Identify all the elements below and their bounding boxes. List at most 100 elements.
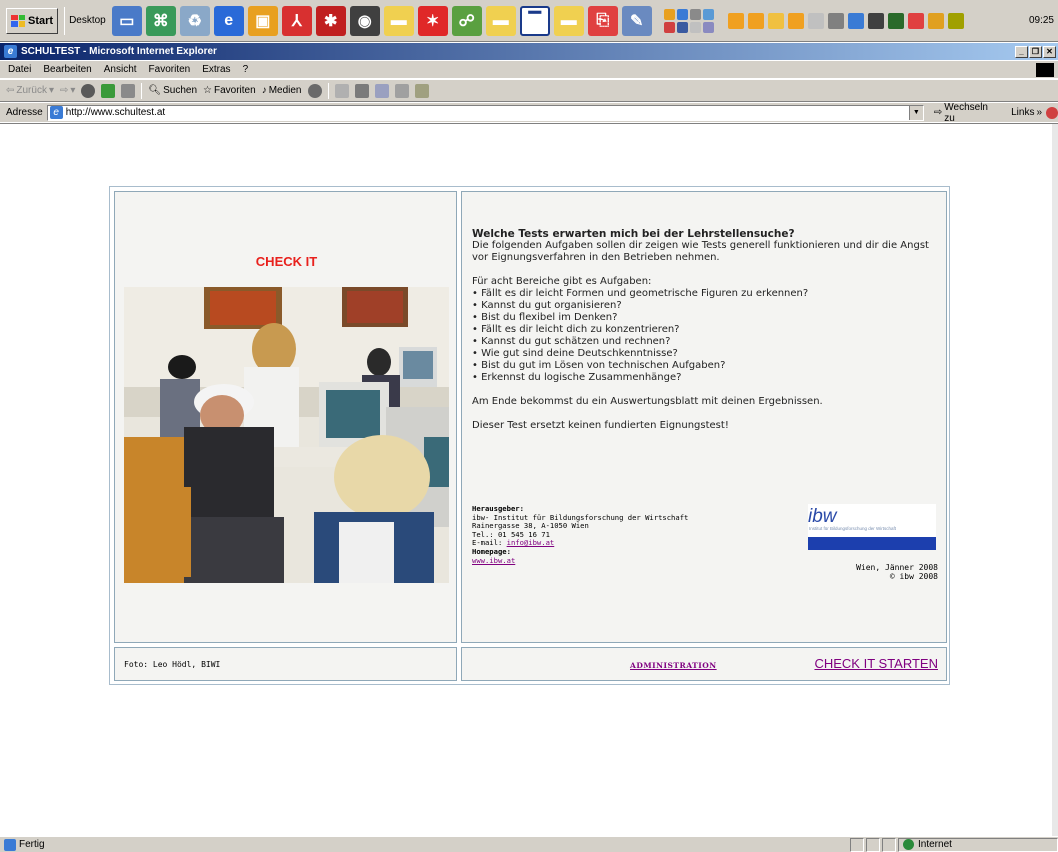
- chevron-down-icon[interactable]: ▼: [908, 105, 923, 120]
- network-icon[interactable]: ⌘: [145, 5, 176, 36]
- recycle-icon[interactable]: ♻: [179, 5, 210, 36]
- star-icon[interactable]: ✶: [417, 5, 448, 36]
- folder-icon[interactable]: ▬: [485, 5, 516, 36]
- tray-icon[interactable]: [747, 12, 764, 29]
- links-cell: ADMINISTRATION CHECK IT STARTEN: [461, 647, 947, 681]
- favorites-icon: ☆: [203, 85, 212, 96]
- address-url: http://www.schultest.at: [65, 107, 166, 118]
- computer-icon[interactable]: ▭: [111, 5, 142, 36]
- menu-bearbeiten[interactable]: Bearbeiten: [43, 64, 91, 75]
- panda-icon[interactable]: ◉: [349, 5, 380, 36]
- ibw-logo: ibw Institut für Bildungsforschung der W…: [808, 504, 936, 550]
- menu-help[interactable]: ?: [243, 64, 249, 75]
- forward-arrow-icon: ⇨: [59, 85, 69, 96]
- chevron-down-icon: ▾: [70, 85, 76, 96]
- tray-icon[interactable]: [767, 12, 784, 29]
- links-button[interactable]: Links »: [1011, 107, 1042, 118]
- start-button[interactable]: Start: [6, 7, 59, 34]
- folder-icon[interactable]: ▬: [553, 5, 584, 36]
- vertical-scrollbar[interactable]: [1052, 124, 1058, 837]
- folder-icon[interactable]: ▬: [383, 5, 414, 36]
- ibw-logo-subtitle: Institut für Bildungsforschung der Wirts…: [809, 526, 897, 531]
- toolbar: ⇦ Zurück ▾ ⇨ ▾ 🔍︎ Suchen ☆ Favoriten ♪ M…: [0, 80, 1058, 102]
- app-icon[interactable]: [702, 8, 714, 20]
- homepage-link[interactable]: www.ibw.at: [472, 556, 515, 565]
- app-icon[interactable]: [689, 21, 701, 33]
- go-button[interactable]: ⇨ Wechseln zu: [934, 102, 1001, 124]
- minimize-button[interactable]: _: [1015, 45, 1028, 58]
- address-input[interactable]: e http://www.schultest.at ▼: [46, 104, 924, 121]
- network-places-icon[interactable]: ☍: [451, 5, 482, 36]
- search-icon: 🔍︎: [148, 85, 162, 96]
- list-item: Fällt es dir leicht dich zu konzentriere…: [472, 324, 942, 336]
- tray-icon[interactable]: [727, 12, 744, 29]
- windows-logo-icon: [11, 14, 25, 27]
- list-item: Fällt es dir leicht Formen und geometris…: [472, 288, 942, 300]
- close-button[interactable]: ✕: [1043, 45, 1056, 58]
- stop-icon[interactable]: [81, 83, 96, 98]
- discuss-icon[interactable]: [394, 83, 409, 98]
- scanner-icon[interactable]: ✎: [621, 5, 652, 36]
- gear-icon[interactable]: ✱: [315, 5, 346, 36]
- forward-button[interactable]: ⇨ ▾: [60, 85, 75, 96]
- separator: [327, 82, 329, 99]
- app-icon[interactable]: [689, 8, 701, 20]
- status-pane: [866, 837, 880, 852]
- menu-datei[interactable]: Datei: [8, 64, 31, 75]
- menu-favoriten[interactable]: Favoriten: [149, 64, 191, 75]
- start-label: Start: [28, 14, 54, 27]
- menu-extras[interactable]: Extras: [202, 64, 230, 75]
- page-viewport: CHECK IT Welche Tests erwarten mich bei …: [0, 123, 1058, 837]
- refresh-icon[interactable]: [101, 83, 116, 98]
- favorites-button[interactable]: ☆ Favoriten: [203, 85, 256, 96]
- tray-icon[interactable]: [867, 12, 884, 29]
- tray-icon[interactable]: [827, 12, 844, 29]
- window-titlebar[interactable]: e SCHULTEST - Microsoft Internet Explore…: [0, 43, 1058, 60]
- left-panel: CHECK IT: [114, 191, 457, 643]
- check-it-title: CHECK IT: [255, 254, 318, 269]
- home-icon[interactable]: [121, 83, 136, 98]
- check-it-start-link[interactable]: CHECK IT STARTEN: [814, 656, 938, 671]
- search-button[interactable]: 🔍︎ Suchen: [148, 85, 197, 96]
- areas-list: Fällt es dir leicht Formen und geometris…: [472, 288, 942, 384]
- pdf-icon[interactable]: ⅄: [281, 5, 312, 36]
- tray-icon[interactable]: [907, 12, 924, 29]
- tray-icon[interactable]: [787, 12, 804, 29]
- desktop-button[interactable]: Desktop: [64, 6, 110, 35]
- statusbar: Fertig Internet: [0, 836, 1058, 852]
- separator: [141, 82, 143, 99]
- app-icon[interactable]: [676, 21, 688, 33]
- chevron-right-icon: »: [1036, 107, 1043, 118]
- mail-icon[interactable]: [334, 83, 349, 98]
- tray-icon[interactable]: [927, 12, 944, 29]
- ibw-logo-bar: [808, 537, 936, 550]
- email-link[interactable]: info@ibw.at: [507, 538, 555, 548]
- administration-link[interactable]: ADMINISTRATION: [630, 661, 717, 670]
- media-button[interactable]: ♪ Medien: [262, 85, 302, 96]
- app-icon[interactable]: [676, 8, 688, 20]
- pdf-icon[interactable]: ⎘: [587, 5, 618, 36]
- tray-icon[interactable]: [847, 12, 864, 29]
- date-text: Wien, Jänner 2008: [856, 563, 938, 572]
- ibw-logo-text: ibw: [808, 506, 837, 527]
- messenger-icon[interactable]: [414, 83, 429, 98]
- tray-icon[interactable]: [887, 12, 904, 29]
- restore-button[interactable]: ❐: [1029, 45, 1042, 58]
- back-button[interactable]: ⇦ Zurück ▾: [6, 85, 54, 96]
- window-icon[interactable]: ▔: [519, 5, 550, 36]
- app-icon[interactable]: [663, 21, 675, 33]
- app-icon[interactable]: [663, 8, 675, 20]
- app-icon[interactable]: [702, 21, 714, 33]
- tray-icon[interactable]: [807, 12, 824, 29]
- photo-icon[interactable]: ▣: [247, 5, 278, 36]
- page-icon: [4, 838, 16, 851]
- taskbar: Start Desktop ▭ ⌘ ♻ e ▣ ⅄ ✱ ◉ ▬ ✶ ☍ ▬ ▔ …: [0, 0, 1058, 42]
- print-icon[interactable]: [354, 83, 369, 98]
- menu-ansicht[interactable]: Ansicht: [104, 64, 137, 75]
- security-zone: Internet: [898, 837, 1058, 852]
- tray-icon[interactable]: [947, 12, 964, 29]
- toolbar-extra-icon[interactable]: [1046, 106, 1058, 119]
- ie-icon[interactable]: e: [213, 5, 244, 36]
- edit-icon[interactable]: [374, 83, 389, 98]
- history-icon[interactable]: [307, 83, 322, 98]
